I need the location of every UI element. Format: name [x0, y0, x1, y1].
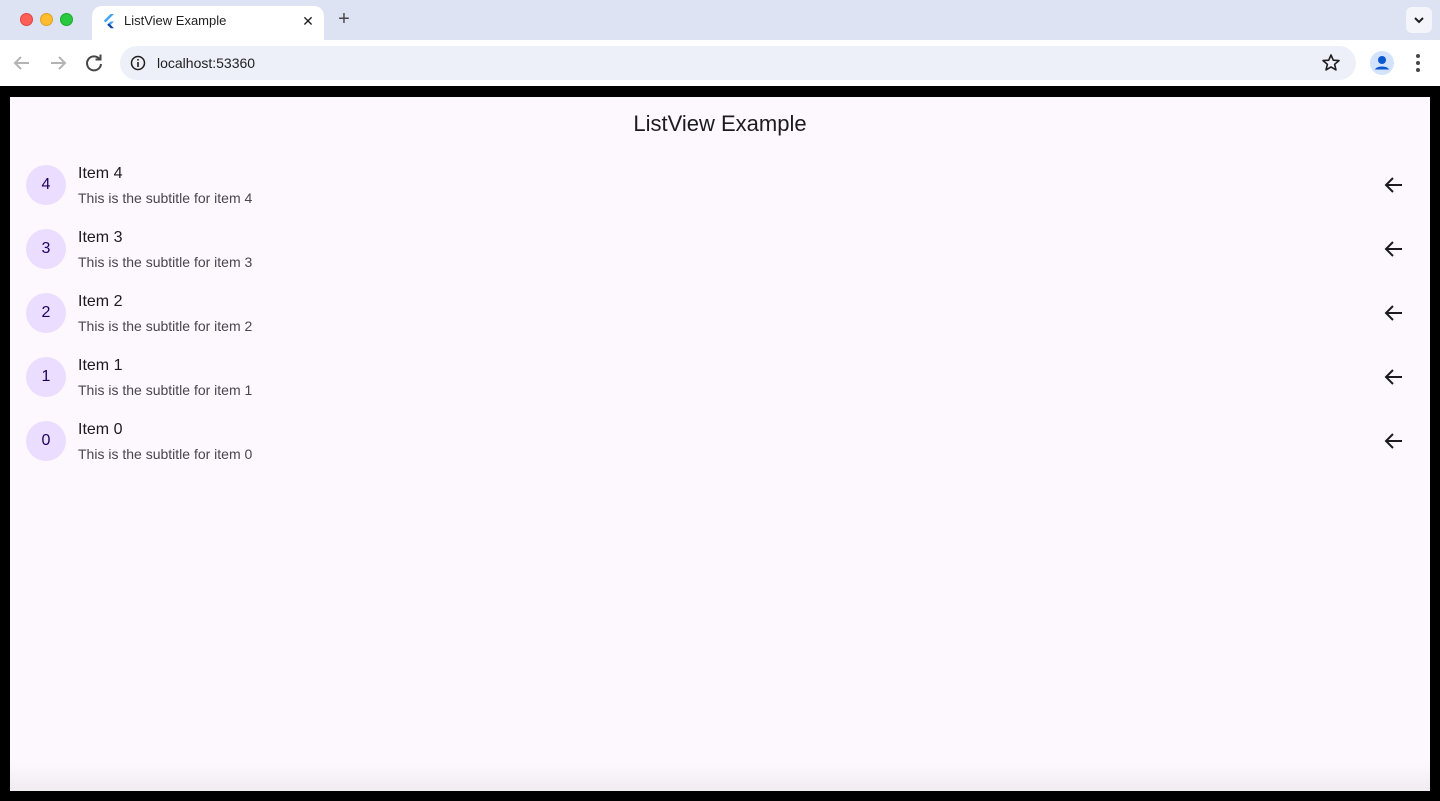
- tab-close-icon[interactable]: ✕: [299, 12, 317, 30]
- list-item-title: Item 2: [78, 293, 123, 310]
- flutter-icon: [103, 14, 114, 29]
- arrow-back-icon[interactable]: [1382, 301, 1406, 325]
- person-icon: [1375, 56, 1389, 70]
- avatar: 0: [26, 421, 66, 461]
- list-item[interactable]: 3 Item 3 This is the subtitle for item 3: [10, 217, 1430, 281]
- page-viewport: ListView Example 4 Item 4 This is the su…: [10, 97, 1430, 791]
- avatar: 4: [26, 165, 66, 205]
- bottom-shadow: [10, 763, 1430, 791]
- arrow-back-icon[interactable]: [1382, 173, 1406, 197]
- reload-icon[interactable]: [82, 51, 106, 75]
- bookmark-star-icon[interactable]: [1321, 53, 1341, 73]
- avatar: 1: [26, 357, 66, 397]
- list-item-title: Item 3: [78, 229, 123, 246]
- list-item-subtitle: This is the subtitle for item 4: [78, 190, 253, 206]
- url-text[interactable]: localhost:53360: [157, 55, 255, 71]
- arrow-back-icon[interactable]: [1382, 237, 1406, 261]
- profile-avatar-icon[interactable]: [1370, 51, 1394, 75]
- window-close-button[interactable]: [20, 13, 33, 26]
- tab-title: ListView Example: [124, 13, 227, 28]
- avatar: 2: [26, 293, 66, 333]
- page-title: ListView Example: [633, 111, 807, 136]
- arrow-back-icon[interactable]: [1382, 429, 1406, 453]
- list-item[interactable]: 1 Item 1 This is the subtitle for item 1: [10, 345, 1430, 409]
- list-item-subtitle: This is the subtitle for item 2: [78, 318, 253, 334]
- list-view[interactable]: 4 Item 4 This is the subtitle for item 4…: [10, 153, 1430, 473]
- browser-toolbar: localhost:53360: [0, 40, 1440, 86]
- tab-strip: ListView Example ✕ +: [0, 0, 1440, 40]
- list-item-title: Item 4: [78, 165, 123, 182]
- new-tab-button[interactable]: +: [334, 9, 354, 30]
- list-item-title: Item 0: [78, 421, 123, 438]
- window-maximize-button[interactable]: [60, 13, 73, 26]
- list-item[interactable]: 4 Item 4 This is the subtitle for item 4: [10, 153, 1430, 217]
- avatar: 3: [26, 229, 66, 269]
- tab-search-button[interactable]: [1406, 7, 1432, 33]
- list-item-subtitle: This is the subtitle for item 0: [78, 446, 253, 462]
- list-item[interactable]: 0 Item 0 This is the subtitle for item 0: [10, 409, 1430, 473]
- back-arrow-icon[interactable]: [10, 51, 34, 75]
- list-item-subtitle: This is the subtitle for item 1: [78, 382, 253, 398]
- list-item-title: Item 1: [78, 357, 123, 374]
- more-vert-icon[interactable]: [1408, 51, 1428, 75]
- window-minimize-button[interactable]: [40, 13, 53, 26]
- arrow-back-icon[interactable]: [1382, 365, 1406, 389]
- address-bar[interactable]: localhost:53360: [120, 46, 1356, 80]
- chevron-down-icon: [1414, 17, 1424, 24]
- browser-tab[interactable]: ListView Example ✕: [92, 6, 324, 40]
- list-item[interactable]: 2 Item 2 This is the subtitle for item 2: [10, 281, 1430, 345]
- site-info-icon[interactable]: [130, 55, 146, 71]
- list-item-subtitle: This is the subtitle for item 3: [78, 254, 253, 270]
- forward-arrow-icon[interactable]: [46, 51, 70, 75]
